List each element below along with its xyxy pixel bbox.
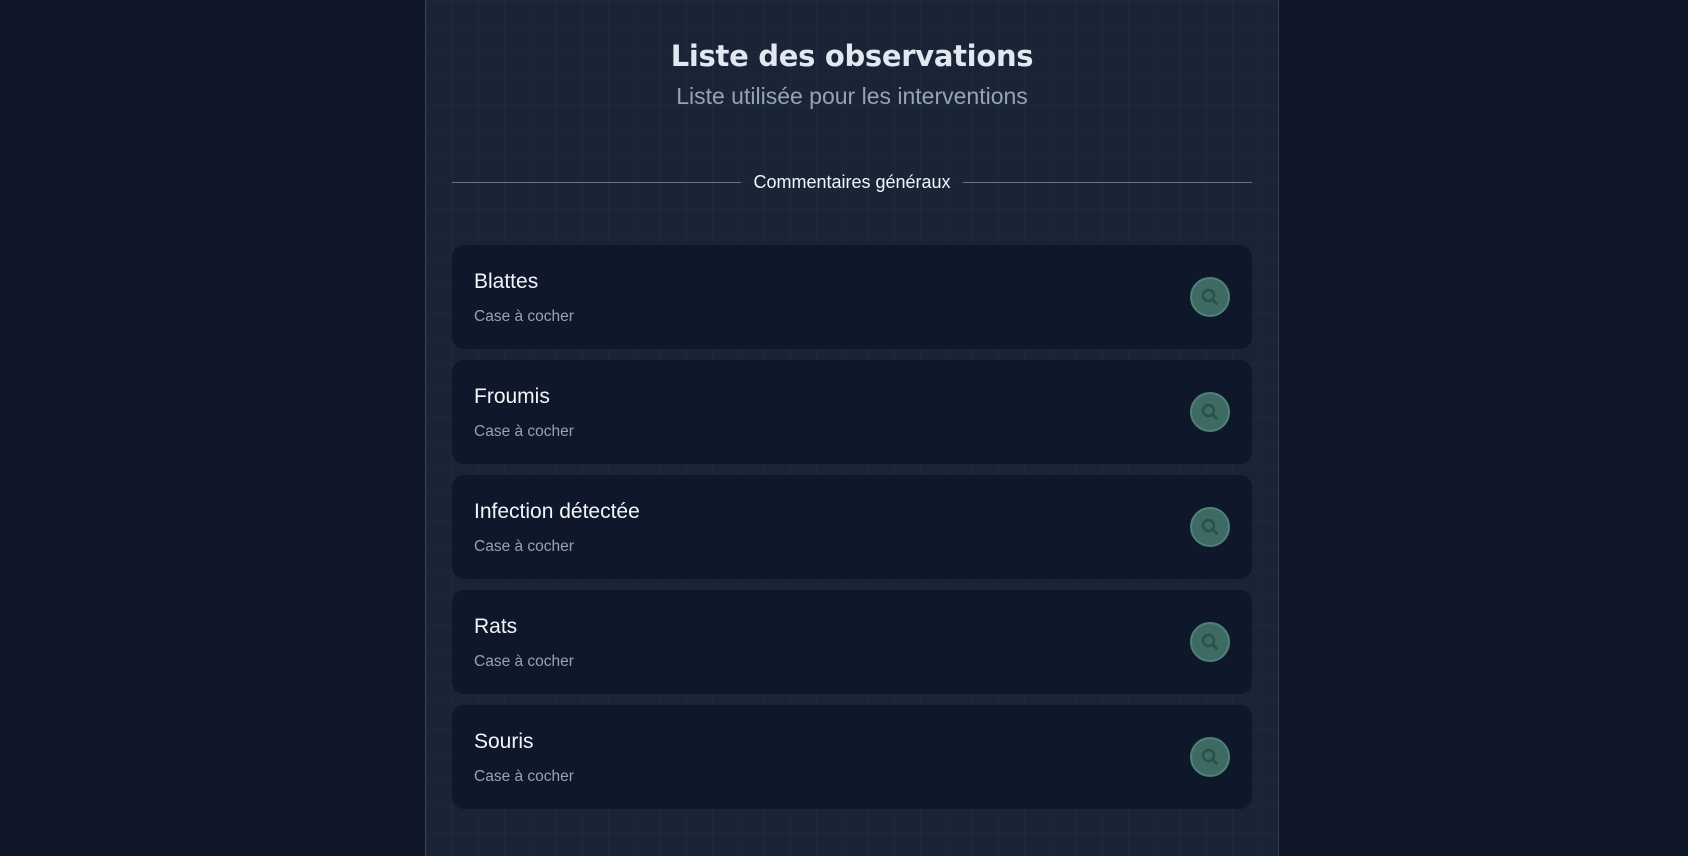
observation-name: Froumis — [474, 385, 550, 408]
observation-type: Case à cocher — [474, 308, 574, 325]
observation-name: Infection détectée — [474, 500, 640, 523]
search-icon[interactable] — [1190, 507, 1230, 547]
observation-type: Case à cocher — [474, 538, 574, 555]
observation-item-blattes[interactable]: Blattes Case à cocher — [452, 245, 1252, 349]
section-label: Commentaires généraux — [753, 171, 951, 192]
observations-panel: Liste des observations Liste utilisée po… — [425, 0, 1279, 856]
observation-name: Souris — [474, 730, 534, 753]
observation-list: Blattes Case à cocher Froumis Case à coc… — [452, 245, 1252, 820]
observation-type: Case à cocher — [474, 768, 574, 785]
section-divider: Commentaires généraux — [452, 170, 1253, 194]
observation-name: Rats — [474, 615, 518, 638]
page-subtitle: Liste utilisée pour les interventions — [676, 83, 1028, 109]
search-icon[interactable] — [1190, 277, 1230, 317]
observation-item-infection[interactable]: Infection détectée Case à cocher — [452, 475, 1252, 579]
divider-line-right — [962, 181, 1253, 183]
header: Liste des observations Liste utilisée po… — [426, 0, 1278, 111]
search-icon[interactable] — [1190, 737, 1230, 777]
search-icon[interactable] — [1190, 622, 1230, 662]
observation-name: Blattes — [474, 270, 539, 293]
page-title: Liste des observations — [670, 39, 1034, 73]
search-icon[interactable] — [1190, 392, 1230, 432]
observation-item-rats[interactable]: Rats Case à cocher — [452, 590, 1252, 694]
observation-type: Case à cocher — [474, 423, 574, 440]
observation-type: Case à cocher — [474, 653, 574, 670]
observation-item-froumis[interactable]: Froumis Case à cocher — [452, 360, 1252, 464]
divider-line-left — [452, 181, 742, 183]
observation-item-souris[interactable]: Souris Case à cocher — [452, 705, 1252, 809]
